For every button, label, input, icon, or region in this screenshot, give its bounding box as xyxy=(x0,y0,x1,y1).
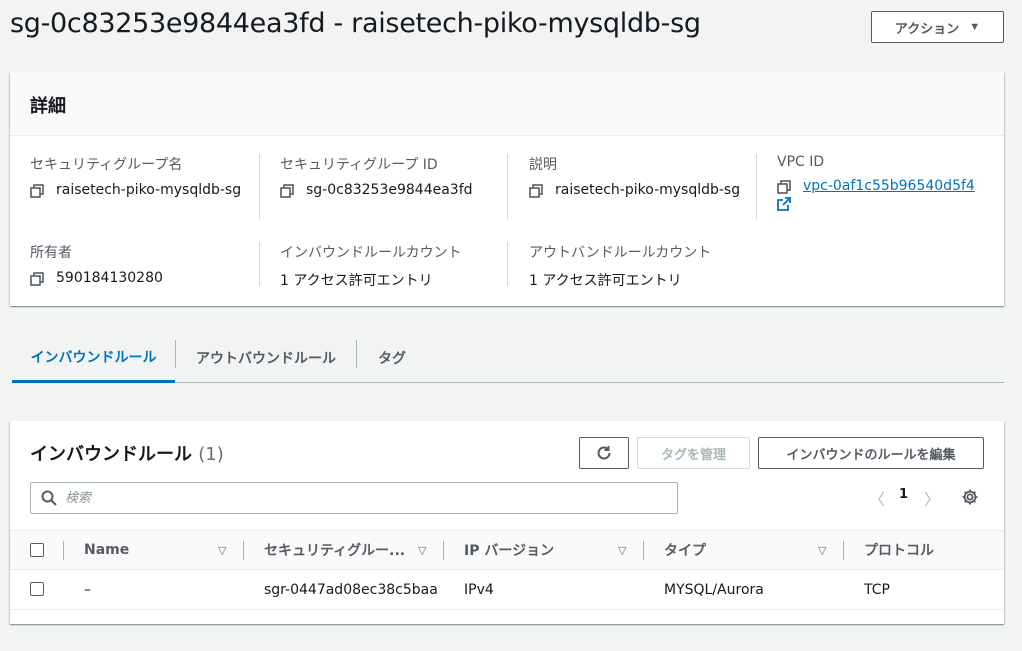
description-value: raisetech-piko-mysqldb-sg xyxy=(555,182,741,198)
cell-protocol: TCP xyxy=(864,581,890,598)
column-divider xyxy=(63,541,64,560)
page-title: sg-0c83253e9844ea3fd - raisetech-piko-my… xyxy=(10,8,701,39)
cell-type: MYSQL/Aurora xyxy=(664,581,764,598)
column-header-ip-version[interactable]: IP バージョン xyxy=(464,531,554,569)
vpc-id-label: VPC ID xyxy=(777,154,825,170)
edit-inbound-rules-button[interactable]: インバウンドのルールを編集 xyxy=(758,437,984,469)
tab-outbound-rules[interactable]: アウトバウンドルール xyxy=(176,333,356,382)
rules-heading: インバウンドルール (1) xyxy=(30,440,224,466)
details-heading: 詳細 xyxy=(30,96,66,117)
cell-name: – xyxy=(84,581,91,598)
rules-title: インバウンドルール xyxy=(30,444,192,465)
actions-button[interactable]: アクション ▼ xyxy=(871,11,1004,43)
external-link-icon[interactable] xyxy=(777,197,791,211)
tab-inbound-rules[interactable]: インバウンドルール xyxy=(12,333,175,383)
refresh-icon xyxy=(597,446,611,460)
copy-icon[interactable] xyxy=(280,184,294,198)
cell-sg-rule-id: sgr-0447ad08ec38c5baa xyxy=(264,581,438,598)
page-number[interactable]: 1 xyxy=(899,487,908,502)
sg-id-value: sg-0c83253e9844ea3fd xyxy=(306,182,473,198)
search-box[interactable] xyxy=(30,482,678,514)
sg-id-field: セキュリティグループ ID sg-0c83253e9844ea3fd xyxy=(280,154,473,198)
gear-icon[interactable] xyxy=(961,488,979,506)
caret-down-icon: ▼ xyxy=(969,21,981,33)
column-header-protocol[interactable]: プロトコル xyxy=(864,531,934,569)
sort-icon[interactable]: ▽ xyxy=(218,544,226,557)
column-header-type[interactable]: タイプ xyxy=(664,531,706,569)
manage-tags-button[interactable]: タグを管理 xyxy=(637,437,750,469)
sg-name-label: セキュリティグループ名 xyxy=(30,157,183,173)
copy-icon[interactable] xyxy=(30,184,44,198)
sg-name-field: セキュリティグループ名 raisetech-piko-mysqldb-sg xyxy=(30,154,241,198)
copy-icon[interactable] xyxy=(529,184,543,198)
inbound-count-field: インバウンドルールカウント 1 アクセス許可エントリ xyxy=(280,242,462,290)
column-divider xyxy=(843,541,844,560)
copy-icon[interactable] xyxy=(30,272,44,286)
outbound-count-label: アウトバンドルールカウント xyxy=(529,245,712,261)
inbound-count-label: インバウンドルールカウント xyxy=(280,245,462,261)
details-header: 詳細 xyxy=(10,72,1004,136)
copy-icon[interactable] xyxy=(777,180,791,194)
search-icon xyxy=(41,490,57,506)
tab-bar: インバウンドルール アウトバウンドルール タグ xyxy=(12,333,1004,383)
column-header-sg-rule-id[interactable]: セキュリティグルー... xyxy=(264,531,405,569)
sort-icon[interactable]: ▽ xyxy=(418,544,426,557)
column-divider xyxy=(756,154,757,220)
column-divider xyxy=(507,242,508,286)
sort-icon[interactable]: ▽ xyxy=(618,544,626,557)
column-divider xyxy=(243,541,244,560)
search-input[interactable] xyxy=(65,490,677,506)
vpc-id-field: VPC ID vpc-0af1c55b96540d5f4 xyxy=(777,154,975,215)
owner-field: 所有者 590184130280 xyxy=(30,242,163,286)
rules-count: (1) xyxy=(198,444,224,465)
actions-button-label: アクション xyxy=(894,20,960,36)
sort-icon[interactable]: ▽ xyxy=(818,544,826,557)
outbound-count-field: アウトバンドルールカウント 1 アクセス許可エントリ xyxy=(529,242,711,290)
column-divider xyxy=(443,541,444,560)
column-header-name[interactable]: Name xyxy=(84,531,129,569)
outbound-count-value: 1 アクセス許可エントリ xyxy=(529,273,682,289)
column-divider xyxy=(259,154,260,220)
chevron-right-icon[interactable]: 〉 xyxy=(924,486,940,510)
table-row[interactable]: – sgr-0447ad08ec38c5baa IPv4 MYSQL/Auror… xyxy=(10,570,1004,610)
table-header: Name ▽ セキュリティグルー... ▽ IP バージョン ▽ タイプ ▽ プ… xyxy=(10,530,1004,570)
chevron-left-icon[interactable]: 〈 xyxy=(869,486,885,510)
sg-name-value: raisetech-piko-mysqldb-sg xyxy=(56,182,242,198)
sg-id-label: セキュリティグループ ID xyxy=(280,157,438,173)
details-panel: 詳細 セキュリティグループ名 raisetech-piko-mysqldb-sg… xyxy=(10,72,1004,306)
owner-label: 所有者 xyxy=(30,245,72,261)
inbound-count-value: 1 アクセス許可エントリ xyxy=(280,273,433,289)
select-all-checkbox[interactable] xyxy=(30,543,44,557)
refresh-button[interactable] xyxy=(579,437,629,469)
column-divider xyxy=(259,242,260,286)
column-divider xyxy=(507,154,508,220)
column-divider xyxy=(643,541,644,560)
inbound-rules-panel: インバウンドルール (1) タグを管理 インバウンドのルールを編集 〈 1 〉 … xyxy=(10,421,1004,624)
row-checkbox[interactable] xyxy=(30,582,44,596)
description-field: 説明 raisetech-piko-mysqldb-sg xyxy=(529,154,740,198)
owner-value: 590184130280 xyxy=(56,270,163,286)
cell-ip-version: IPv4 xyxy=(464,581,494,598)
tab-tags[interactable]: タグ xyxy=(357,333,427,382)
vpc-id-link[interactable]: vpc-0af1c55b96540d5f4 xyxy=(803,178,975,194)
description-label: 説明 xyxy=(529,157,557,173)
